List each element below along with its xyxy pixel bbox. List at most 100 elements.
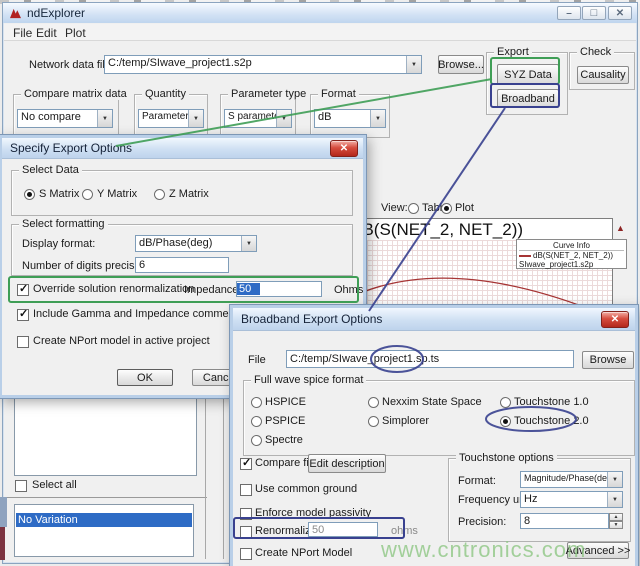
touchstone-options-label: Touchstone options	[456, 452, 557, 464]
dropdown-arrow-icon[interactable]	[276, 110, 291, 127]
ts-precision-field[interactable]: 8	[520, 513, 609, 529]
impedance-field[interactable]: 50	[236, 281, 322, 297]
variation-listbox[interactable]: No Variation	[14, 504, 194, 557]
syz-data-button[interactable]: SYZ Data	[497, 64, 559, 85]
dropdown-arrow-icon[interactable]	[406, 56, 421, 73]
ts-precision-value: 8	[524, 515, 530, 527]
spinner-down-icon[interactable]	[609, 521, 623, 529]
browse-button[interactable]: Browse...	[438, 55, 484, 74]
renormalize-field[interactable]: 50	[308, 522, 378, 537]
override-renormalization-label: Override solution renormalization	[33, 283, 194, 295]
network-data-file-value: C:/temp/SIwave_project1.s2p	[105, 56, 406, 73]
impedance-value: 50	[237, 283, 260, 295]
legend-line-swatch	[519, 255, 531, 257]
enforce-passivity-checkbox[interactable]	[240, 508, 252, 520]
spice-format-label: Full wave spice format	[251, 374, 366, 386]
minimize-button[interactable]	[557, 6, 581, 20]
create-nport-project-label: Create NPort model in active project	[33, 335, 210, 347]
menu-plot[interactable]: Plot	[65, 26, 86, 40]
causality-button[interactable]: Causality	[577, 66, 629, 84]
touchstone10-label: Touchstone 1.0	[514, 396, 589, 408]
view-plot-radio[interactable]	[441, 203, 452, 214]
simplorer-radio[interactable]	[368, 416, 379, 427]
plot-title: dB(S(NET_2, NET_2))	[353, 220, 523, 240]
broadband-close-button[interactable]	[601, 311, 629, 328]
renormalize-unit-label: ohms	[391, 525, 418, 537]
dropdown-arrow-icon[interactable]	[607, 472, 622, 487]
file-label: File	[248, 354, 266, 366]
touchstone20-radio[interactable]	[500, 416, 511, 427]
include-gamma-checkbox[interactable]	[17, 309, 29, 321]
dropdown-arrow-icon[interactable]	[188, 110, 203, 127]
quantity-value: Parameter values	[139, 110, 188, 127]
menu-file[interactable]: File	[13, 26, 32, 40]
quantity-dropdown[interactable]: Parameter values	[138, 109, 204, 128]
ts-format-dropdown[interactable]: Magnitude/Phase(deg)	[520, 471, 623, 488]
select-all-label: Select all	[32, 479, 77, 491]
enforce-passivity-label: Enforce model passivity	[255, 507, 371, 519]
compare-matrix-dropdown[interactable]: No compare	[17, 109, 113, 128]
specify-dialog-titlebar[interactable]: Specify Export Options	[2, 138, 363, 159]
select-formatting-label: Select formatting	[19, 218, 108, 230]
ts-precision-spinner[interactable]	[609, 513, 623, 529]
splitter-line[interactable]	[205, 383, 206, 559]
impedance-label: Impedance:	[184, 284, 241, 296]
advanced-button[interactable]: Advanced >>	[567, 542, 629, 559]
renormalize-checkbox[interactable]	[240, 526, 252, 538]
broadband-button[interactable]: Broadband	[497, 89, 559, 108]
pspice-radio[interactable]	[251, 416, 262, 427]
ansoft-logo-icon	[9, 8, 22, 19]
broadband-dialog-titlebar[interactable]: Broadband Export Options	[233, 308, 635, 331]
create-nport-project-checkbox[interactable]	[17, 336, 29, 348]
plot-collapse-icon[interactable]	[616, 223, 625, 233]
z-matrix-radio[interactable]	[154, 189, 165, 200]
dropdown-arrow-icon[interactable]	[241, 236, 256, 251]
compare-matrix-value: No compare	[18, 110, 97, 127]
s-matrix-label: S Matrix	[39, 188, 79, 200]
parameter-type-label: Parameter type	[228, 88, 309, 100]
include-gamma-label: Include Gamma and Impedance comments	[33, 308, 243, 320]
digits-precision-label: Number of digits precision:	[22, 260, 152, 272]
parameter-type-dropdown[interactable]: S parameter	[224, 109, 292, 128]
hspice-radio[interactable]	[251, 397, 262, 408]
override-renormalization-checkbox[interactable]	[17, 284, 29, 296]
simplorer-label: Simplorer	[382, 415, 429, 427]
select-data-label: Select Data	[19, 164, 82, 176]
file-field[interactable]: C:/temp/SIwave_project1.sp.ts	[286, 350, 574, 368]
dropdown-arrow-icon[interactable]	[97, 110, 112, 127]
y-matrix-radio[interactable]	[82, 189, 93, 200]
menu-edit[interactable]: Edit	[36, 26, 57, 40]
broadband-browse-button[interactable]: Browse	[582, 351, 634, 369]
specify-close-button[interactable]	[330, 140, 358, 157]
edit-description-button[interactable]: Edit description	[308, 454, 386, 473]
touchstone20-label: Touchstone 2.0	[514, 415, 589, 427]
dropdown-arrow-icon[interactable]	[370, 110, 385, 127]
close-button[interactable]	[608, 6, 632, 20]
variation-list-item[interactable]: No Variation	[16, 513, 192, 527]
network-data-file-combo[interactable]: C:/temp/SIwave_project1.s2p	[104, 55, 422, 74]
create-nport-model-label: Create NPort Model	[255, 547, 352, 559]
use-common-ground-checkbox[interactable]	[240, 484, 252, 496]
select-all-checkbox[interactable]	[15, 480, 27, 492]
compare-fit-checkbox[interactable]	[240, 458, 252, 470]
touchstone10-radio[interactable]	[500, 397, 511, 408]
view-table-radio[interactable]	[408, 203, 419, 214]
check-group-label: Check	[577, 46, 614, 58]
frequency-units-dropdown[interactable]: Hz	[520, 491, 623, 508]
network-data-file-label: Network data file:	[29, 59, 114, 71]
display-format-dropdown[interactable]: dB/Phase(deg)	[135, 235, 257, 252]
digits-precision-field[interactable]: 6	[135, 257, 229, 273]
spectre-radio[interactable]	[251, 435, 262, 446]
create-nport-model-checkbox[interactable]	[240, 548, 252, 560]
ok-button[interactable]: OK	[117, 369, 173, 386]
maximize-button[interactable]	[582, 6, 606, 20]
splitter-line[interactable]	[223, 383, 224, 559]
nexxim-radio[interactable]	[368, 397, 379, 408]
hspice-label: HSPICE	[265, 396, 306, 408]
s-matrix-radio[interactable]	[24, 189, 35, 200]
title-bar[interactable]: ndExplorer	[3, 3, 637, 23]
spinner-up-icon[interactable]	[609, 513, 623, 521]
format-dropdown[interactable]: dB	[314, 109, 386, 128]
dropdown-arrow-icon[interactable]	[607, 492, 622, 507]
window-title: ndExplorer	[27, 6, 85, 20]
